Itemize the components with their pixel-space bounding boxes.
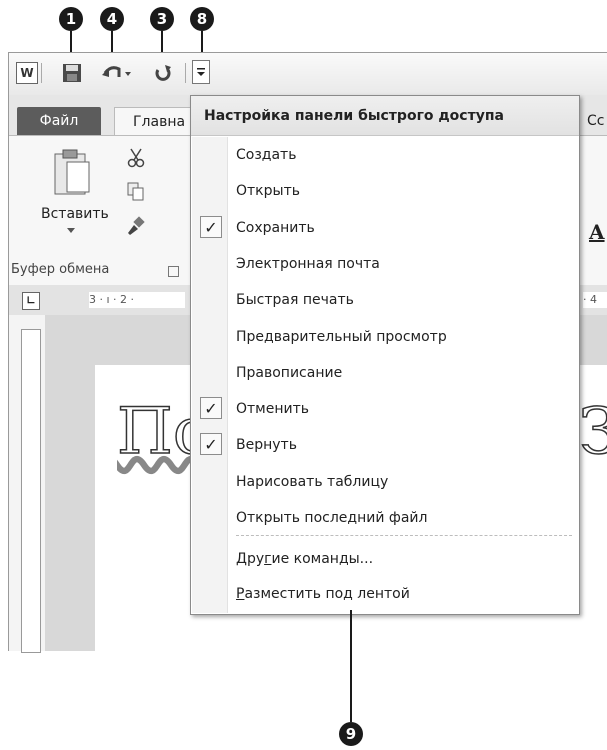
redo-button[interactable] [152,62,174,84]
copy-icon[interactable] [127,182,145,202]
menu-item-label: Быстрая печать [236,292,354,308]
callout-8: 8 [190,7,214,31]
menu-separator [236,535,572,536]
customize-qat-menu: Настройка панели быстрого доступа Создат… [190,95,580,615]
menu-item[interactable]: Быстрая печать [191,285,579,315]
callout-4: 4 [100,7,124,31]
callout-9-line [350,610,352,722]
menu-item-label: Другие команды... [236,551,374,567]
menu-item[interactable]: ✓ Отменить [191,394,579,424]
redo-icon [155,65,171,81]
quick-access-toolbar: W [9,53,607,95]
toolbar-separator [185,63,186,83]
tab-stop-selector[interactable]: ∟ [22,292,40,310]
paste-dropdown-arrow [67,228,75,233]
menu-item-label: Правописание [236,365,343,381]
menu-item[interactable]: Создать [191,140,579,170]
callout-9: 9 [339,722,363,746]
menu-item-label: Открыть последний файл [236,510,428,526]
toolbar-separator [41,63,42,83]
menu-item-more-commands[interactable]: Другие команды... [191,544,579,574]
menu-item[interactable]: ✓ Сохранить [191,213,579,243]
menu-item[interactable]: ✓ Вернуть [191,430,579,460]
font-color-letter[interactable]: A [589,220,605,244]
save-icon [63,64,81,82]
paste-label: Вставить [41,206,109,222]
checkmark-icon: ✓ [200,433,222,455]
menu-item-place-below-ribbon[interactable]: Разместить под лентой [191,579,579,609]
clipboard-dialog-launcher[interactable] [168,266,179,277]
menu-item-label: Сохранить [236,220,315,236]
callout-3: 3 [150,7,174,31]
menu-item[interactable]: Открыть [191,176,579,206]
menu-item[interactable]: Электронная почта [191,249,579,279]
checkmark-icon: ✓ [200,397,222,419]
cut-icon[interactable] [127,148,145,168]
callout-1: 1 [59,7,83,31]
customize-toolbar-button[interactable] [192,60,210,84]
horizontal-ruler: 3 · ı · 2 · [89,292,185,308]
menu-item-label: Электронная почта [236,256,380,272]
tab-references[interactable]: Сс [587,107,604,135]
menu-title: Настройка панели быстрого доступа [191,96,579,136]
horizontal-ruler-right: · 4 [583,292,607,308]
clipboard-group-label: Буфер обмена [11,262,110,277]
format-painter-icon[interactable] [125,216,145,236]
undo-button[interactable] [101,62,135,84]
tab-file[interactable]: Файл [17,107,101,135]
vertical-ruler [21,329,41,653]
menu-item[interactable]: Предварительный просмотр [191,322,579,352]
menu-item[interactable]: Открыть последний файл [191,503,579,533]
menu-item-label: Открыть [236,183,300,199]
menu-item-label: Разместить под лентой [236,586,410,602]
save-button[interactable] [61,62,83,84]
menu-item[interactable]: Правописание [191,358,579,388]
heading-text-right: З [578,394,607,470]
menu-item[interactable]: Нарисовать таблицу [191,467,579,497]
checkmark-icon: ✓ [200,216,222,238]
paste-button[interactable]: Вставить [37,144,109,239]
dropdown-arrow-icon [197,68,205,76]
word-app-icon[interactable]: W [16,62,38,84]
menu-item-label: Отменить [236,401,310,417]
menu-item-label: Предварительный просмотр [236,329,447,345]
menu-item-label: Вернуть [236,437,297,453]
menu-item-label: Создать [236,147,297,163]
menu-item-label: Нарисовать таблицу [236,474,389,490]
clipboard-icon [54,149,90,195]
undo-icon [102,66,131,77]
